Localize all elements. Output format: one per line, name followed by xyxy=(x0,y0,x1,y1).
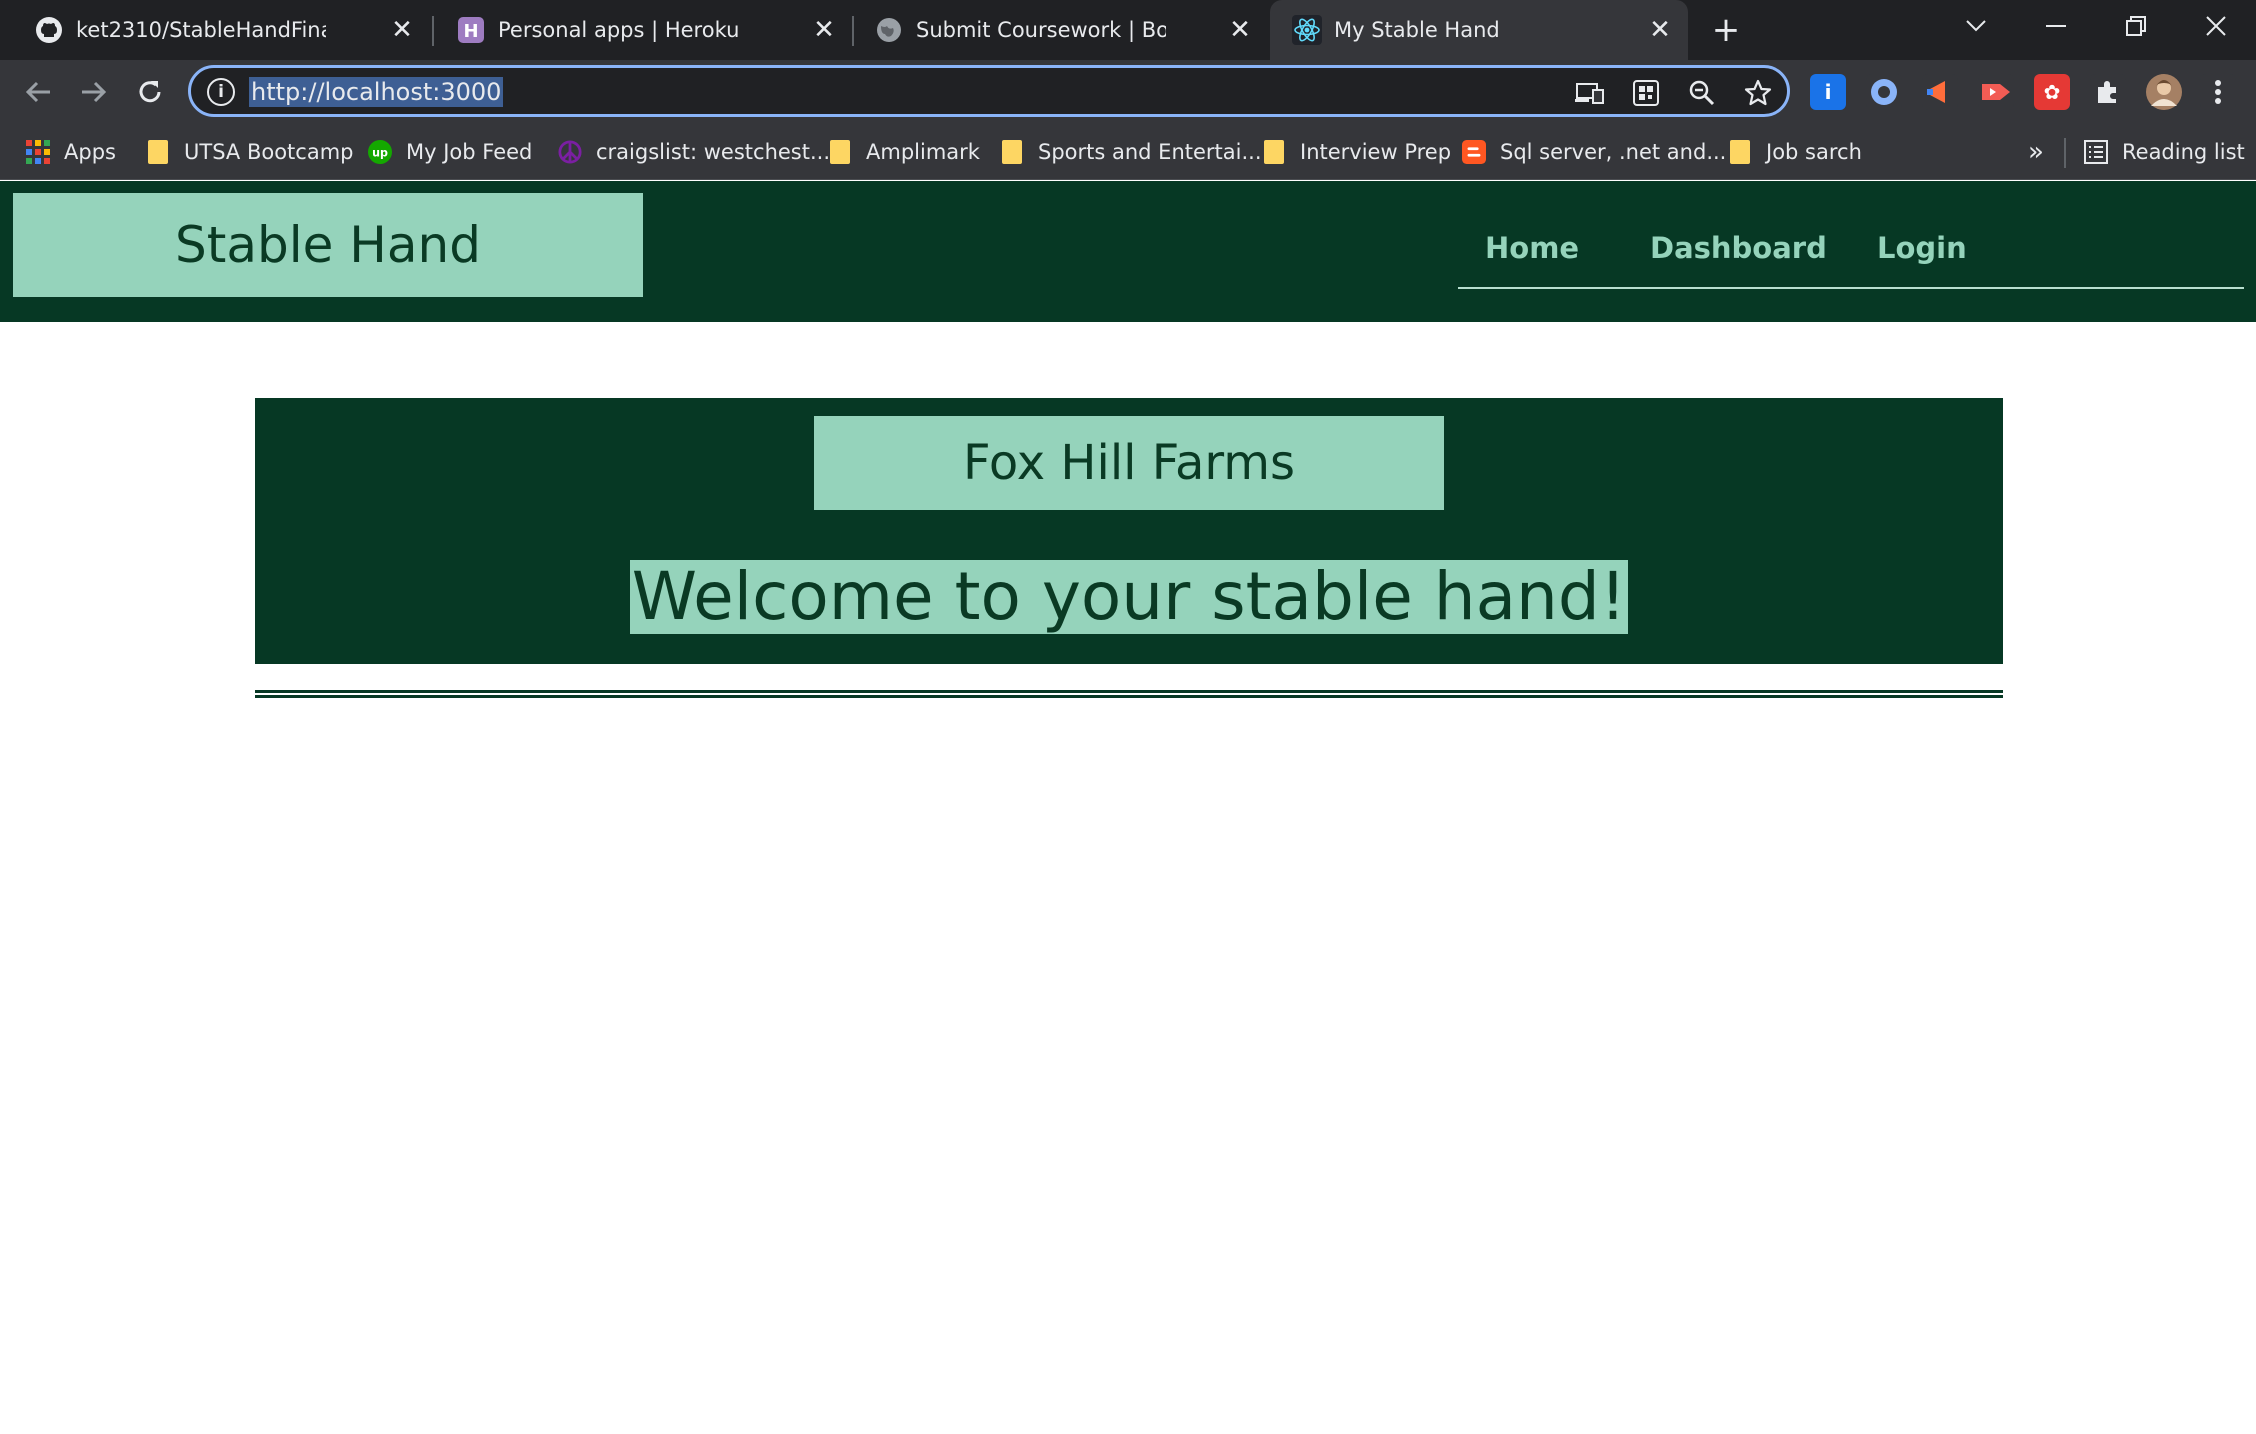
site-brand[interactable]: Stable Hand xyxy=(13,193,643,297)
video-extension-icon[interactable] xyxy=(1978,74,2014,110)
upwork-icon: up xyxy=(368,139,392,165)
bookmarks-bar: Apps UTSA Bootcamp up My Job Feed craigs… xyxy=(0,124,2256,180)
back-arrow-icon[interactable] xyxy=(16,70,60,114)
welcome-banner: Fox Hill Farms Welcome to your stable ha… xyxy=(255,398,2003,664)
tab-title: ket2310/StableHandFinal xyxy=(76,18,326,42)
bookmark-label: Amplimark xyxy=(866,140,980,164)
bookmark-label: Sql server, .net and... xyxy=(1500,140,1727,164)
craigslist-icon xyxy=(558,139,582,165)
bookmark-craigslist[interactable]: craigslist: westchest... xyxy=(558,136,830,168)
nav-home-link[interactable]: Home xyxy=(1485,231,1579,265)
tab-title: Personal apps | Heroku xyxy=(498,18,740,42)
address-bar[interactable]: i http://localhost:3000 xyxy=(188,65,1790,117)
bookmark-sql-server[interactable]: Sql server, .net and... xyxy=(1462,136,1726,168)
site-info-icon[interactable]: i xyxy=(207,78,235,106)
react-icon xyxy=(1292,15,1322,45)
bookmark-amplimark[interactable]: Amplimark xyxy=(828,136,980,168)
bookmark-label: Interview Prep xyxy=(1300,140,1452,164)
welcome-heading: Welcome to your stable hand! xyxy=(629,558,1629,635)
section-divider xyxy=(255,690,2003,698)
tab-search-chevron-icon[interactable] xyxy=(1946,6,2006,46)
svg-text:up: up xyxy=(372,147,388,160)
apps-grid-icon xyxy=(26,139,50,165)
bookmark-label: My Job Feed xyxy=(406,140,533,164)
heroku-icon: H xyxy=(456,15,486,45)
globe-icon xyxy=(874,15,904,45)
reading-list-label: Reading list xyxy=(2122,140,2245,164)
blogger-icon xyxy=(1462,139,1486,165)
page-viewport: Stable Hand Home Dashboard Login Fox Hil… xyxy=(0,181,2256,1434)
browser-tab-strip: ket2310/StableHandFinal ✕ H Personal app… xyxy=(0,0,2256,60)
extension-circle-icon[interactable] xyxy=(1866,74,1902,110)
reload-icon[interactable] xyxy=(128,70,172,114)
minimize-window-icon[interactable] xyxy=(2026,6,2086,46)
browser-menu-icon[interactable] xyxy=(2200,74,2236,110)
bookmark-my-job-feed[interactable]: up My Job Feed xyxy=(368,136,532,168)
close-tab-icon[interactable]: ✕ xyxy=(1224,14,1256,46)
bookmark-label: Apps xyxy=(64,140,116,164)
reading-list-icon xyxy=(2084,139,2108,165)
cast-device-icon[interactable] xyxy=(1573,76,1607,110)
bookmark-utsa-bootcamp[interactable]: UTSA Bootcamp xyxy=(146,136,354,168)
megaphone-extension-icon[interactable] xyxy=(1922,74,1958,110)
bookmark-sports-entertainment[interactable]: Sports and Entertai... xyxy=(1000,136,1262,168)
tab-title: Submit Coursework | Bootcamp S xyxy=(916,18,1166,42)
folder-icon xyxy=(1728,139,1752,165)
bookmarks-overflow-chevron-icon[interactable]: » xyxy=(2028,136,2044,168)
site-header: Stable Hand Home Dashboard Login xyxy=(0,181,2256,322)
folder-icon xyxy=(1262,139,1286,165)
tab-bootcamp[interactable]: Submit Coursework | Bootcamp S ✕ xyxy=(852,0,1270,60)
github-icon xyxy=(34,15,64,45)
folder-icon xyxy=(146,139,170,165)
zoom-out-icon[interactable] xyxy=(1685,76,1719,110)
bookmark-label: Sports and Entertai... xyxy=(1038,140,1262,164)
svg-text:H: H xyxy=(463,21,478,42)
bookmark-star-icon[interactable] xyxy=(1741,76,1775,110)
folder-icon xyxy=(828,139,852,165)
qr-code-icon[interactable] xyxy=(1629,76,1663,110)
tab-heroku[interactable]: H Personal apps | Heroku ✕ xyxy=(434,0,852,60)
site-brand-title: Stable Hand xyxy=(175,216,481,274)
bookmark-job-sarch[interactable]: Job sarch xyxy=(1728,136,1862,168)
info-extension-icon[interactable]: i xyxy=(1810,74,1846,110)
tab-my-stable-hand[interactable]: My Stable Hand ✕ xyxy=(1270,0,1688,60)
bookmarks-divider xyxy=(2064,138,2066,168)
bookmark-label: craigslist: westchest... xyxy=(596,140,830,164)
restore-window-icon[interactable] xyxy=(2106,6,2166,46)
tab-title: My Stable Hand xyxy=(1334,18,1500,42)
url-text[interactable]: http://localhost:3000 xyxy=(249,77,504,107)
profile-avatar[interactable] xyxy=(2146,74,2182,110)
bookmark-interview-prep[interactable]: Interview Prep xyxy=(1262,136,1451,168)
welcome-heading-row: Welcome to your stable hand! xyxy=(255,560,2003,634)
bookmark-apps[interactable]: Apps xyxy=(26,136,116,168)
forward-arrow-icon[interactable] xyxy=(72,70,116,114)
close-tab-icon[interactable]: ✕ xyxy=(386,14,418,46)
bookmark-label: Job sarch xyxy=(1766,140,1862,164)
site-nav: Home Dashboard Login xyxy=(1458,221,2244,289)
puzzle-red-extension-icon[interactable]: ✿ xyxy=(2034,74,2070,110)
tab-github[interactable]: ket2310/StableHandFinal ✕ xyxy=(12,0,430,60)
browser-toolbar: i http://localhost:3000 i ✿ xyxy=(0,60,2256,124)
new-tab-button[interactable]: + xyxy=(1706,10,1746,50)
bookmark-label: UTSA Bootcamp xyxy=(184,140,354,164)
close-window-icon[interactable] xyxy=(2186,6,2246,46)
reading-list-button[interactable]: Reading list xyxy=(2084,136,2245,168)
extensions-puzzle-icon[interactable] xyxy=(2090,74,2126,110)
close-tab-icon[interactable]: ✕ xyxy=(808,14,840,46)
nav-dashboard-link[interactable]: Dashboard xyxy=(1650,231,1827,265)
folder-icon xyxy=(1000,139,1024,165)
close-tab-icon[interactable]: ✕ xyxy=(1644,14,1676,46)
farm-name: Fox Hill Farms xyxy=(962,435,1296,491)
nav-login-link[interactable]: Login xyxy=(1877,231,1967,265)
farm-name-box: Fox Hill Farms xyxy=(814,416,1444,510)
